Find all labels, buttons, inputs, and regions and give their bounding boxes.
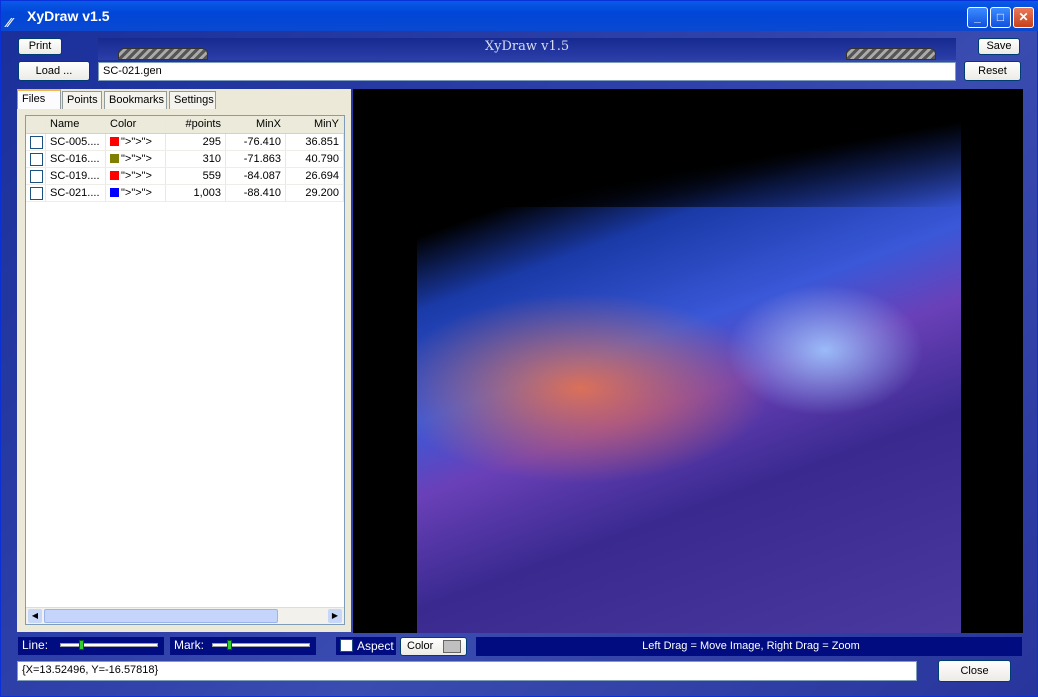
cell-miny: 26.694 [286, 168, 344, 184]
cell-points: 310 [166, 151, 226, 167]
scroll-thumb[interactable] [44, 609, 278, 623]
table-row[interactable]: SC-019.... ">">"> 559 -84.087 26.694 [26, 168, 344, 185]
banner-title: XyDraw v1.5 [484, 39, 570, 54]
mark-slider-group: Mark: [170, 637, 316, 655]
color-label: Color [407, 640, 434, 652]
aspect-label: Aspect [357, 639, 394, 653]
mark-slider-thumb[interactable] [226, 640, 232, 650]
cell-points: 295 [166, 134, 226, 150]
cell-color: ">">"> [106, 168, 166, 184]
aspect-group: Aspect [336, 637, 396, 655]
col-miny[interactable]: MinY [286, 116, 344, 133]
app-logo-icon: ⁄⁄ [7, 15, 12, 30]
coords-field[interactable]: {X=13.52496, Y=-16.57818} [17, 661, 917, 681]
app-window: ⁄⁄ XyDraw v1.5 _ □ ✕ Print Load ... XyDr… [0, 0, 1038, 697]
left-grip [118, 48, 208, 60]
col-select [26, 116, 46, 133]
tab-points[interactable]: Points [62, 91, 102, 109]
left-panel: Files Points Bookmarks Settings Name Col… [17, 89, 351, 632]
cell-minx: -84.087 [226, 168, 286, 184]
app-banner: XyDraw v1.5 [98, 38, 956, 60]
col-color[interactable]: Color [106, 116, 166, 133]
line-slider-group: Line: [18, 637, 164, 655]
color-swatch [110, 188, 119, 197]
table-header: Name Color #points MinX MinY [26, 116, 344, 134]
cell-color: ">">"> [106, 151, 166, 167]
cell-points: 1,003 [166, 185, 226, 201]
scroll-left-icon[interactable]: ◀ [28, 609, 42, 623]
col-name[interactable]: Name [46, 116, 106, 133]
plot-image [417, 89, 961, 633]
cell-miny: 29.200 [286, 185, 344, 201]
cell-color: ">">"> [106, 185, 166, 201]
cell-minx: -71.863 [226, 151, 286, 167]
color-swatch [110, 171, 119, 180]
maximize-button[interactable]: □ [990, 7, 1011, 28]
tab-files[interactable]: Files [17, 89, 61, 109]
color-swatch [443, 640, 461, 653]
cell-minx: -88.410 [226, 185, 286, 201]
tab-bookmarks[interactable]: Bookmarks [104, 91, 167, 109]
right-grip [846, 48, 936, 60]
cell-color: ">">"> [106, 134, 166, 150]
load-button[interactable]: Load ... [18, 61, 90, 81]
col-minx[interactable]: MinX [226, 116, 286, 133]
cell-name: SC-005.... [46, 134, 106, 150]
file-path-input[interactable]: SC-021.gen [98, 62, 956, 81]
window-title: XyDraw v1.5 [27, 8, 110, 24]
row-checkbox[interactable] [30, 170, 43, 183]
row-checkbox[interactable] [30, 136, 43, 149]
color-button[interactable]: Color [400, 637, 467, 656]
reset-button[interactable]: Reset [964, 61, 1021, 81]
table-row[interactable]: SC-021.... ">">"> 1,003 -88.410 29.200 [26, 185, 344, 202]
color-swatch [110, 137, 119, 146]
cell-name: SC-019.... [46, 168, 106, 184]
hint-bar: Left Drag = Move Image, Right Drag = Zoo… [476, 637, 1022, 656]
row-checkbox[interactable] [30, 187, 43, 200]
tab-settings[interactable]: Settings [169, 91, 216, 109]
save-button[interactable]: Save [978, 38, 1020, 55]
color-swatch [110, 154, 119, 163]
line-slider[interactable] [60, 640, 158, 650]
cell-name: SC-016.... [46, 151, 106, 167]
cell-minx: -76.410 [226, 134, 286, 150]
close-button[interactable]: Close [938, 660, 1011, 682]
drawing-canvas[interactable] [353, 89, 1023, 633]
close-window-button[interactable]: ✕ [1013, 7, 1034, 28]
mark-slider[interactable] [212, 640, 310, 650]
aspect-checkbox[interactable] [340, 639, 353, 652]
minimize-button[interactable]: _ [967, 7, 988, 28]
cell-points: 559 [166, 168, 226, 184]
print-button[interactable]: Print [18, 38, 62, 55]
line-label: Line: [22, 638, 49, 652]
files-table: Name Color #points MinX MinY SC-005.... … [25, 115, 345, 625]
table-row[interactable]: SC-016.... ">">"> 310 -71.863 40.790 [26, 151, 344, 168]
col-points[interactable]: #points [166, 116, 226, 133]
cell-miny: 40.790 [286, 151, 344, 167]
line-slider-thumb[interactable] [79, 640, 85, 650]
table-row[interactable]: SC-005.... ">">"> 295 -76.410 36.851 [26, 134, 344, 151]
title-bar: ⁄⁄ XyDraw v1.5 _ □ ✕ [1, 1, 1038, 31]
horizontal-scrollbar[interactable]: ◀ ▶ [26, 607, 344, 624]
mark-label: Mark: [174, 638, 204, 652]
cell-miny: 36.851 [286, 134, 344, 150]
row-checkbox[interactable] [30, 153, 43, 166]
scroll-right-icon[interactable]: ▶ [328, 609, 342, 623]
cell-name: SC-021.... [46, 185, 106, 201]
